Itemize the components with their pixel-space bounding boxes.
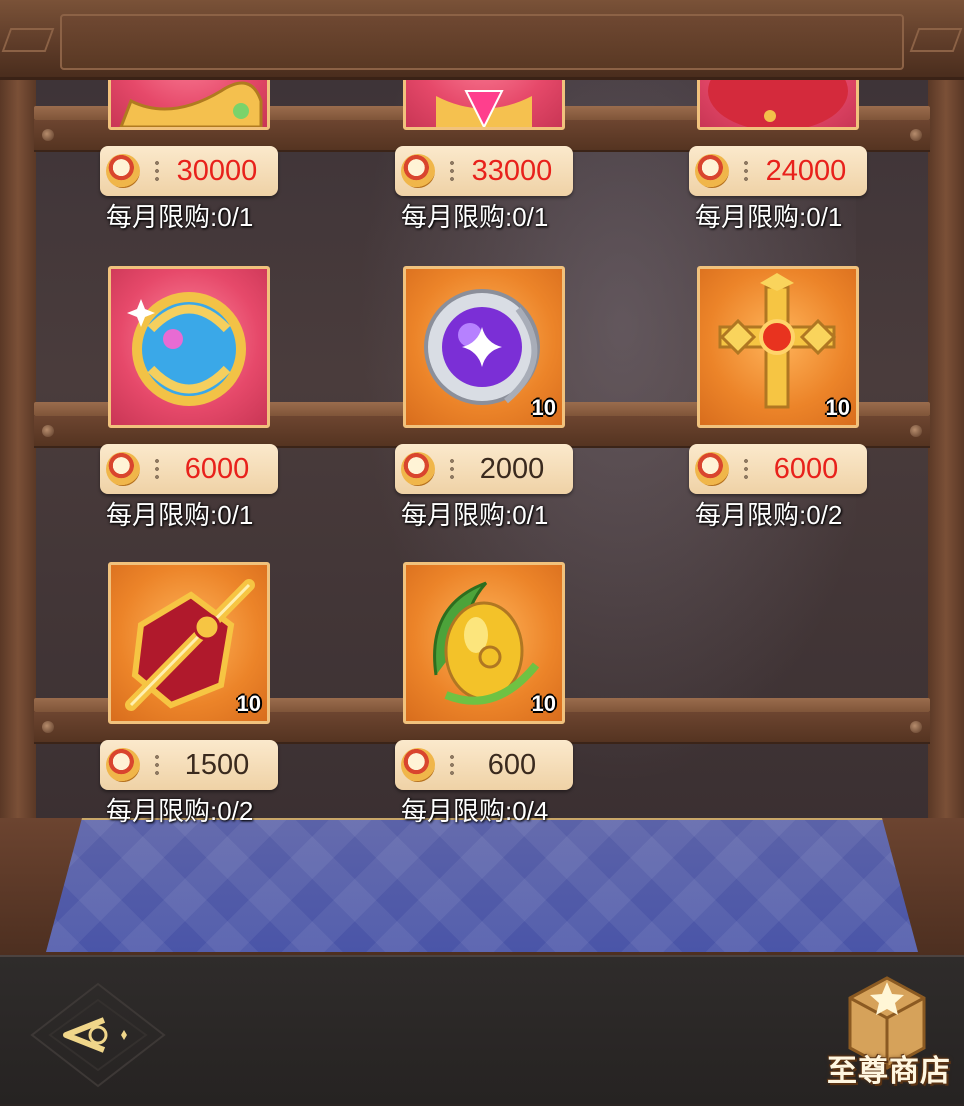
price-tag: 33000 (395, 146, 573, 196)
back-arrow-icon (30, 982, 166, 1088)
sword-emblem-icon: 10 (108, 562, 270, 724)
monthly-limit: 每月限购:0/1 (401, 500, 549, 530)
price-tag: 30000 (100, 146, 278, 196)
monthly-limit: 每月限购:0/2 (695, 500, 843, 530)
monthly-limit: 每月限购:0/2 (106, 796, 254, 826)
price-value: 600 (487, 749, 537, 781)
item-quantity: 10 (531, 395, 556, 420)
monthly-limit: 每月限购:0/1 (695, 202, 843, 232)
coin-icon (106, 748, 140, 782)
back-button[interactable] (28, 980, 168, 1090)
coin-icon (401, 452, 435, 486)
price-value: 2000 (479, 453, 545, 485)
price-tag: 24000 (689, 146, 867, 196)
price-value: 1500 (184, 749, 250, 781)
amber-egg-icon: 10 (403, 562, 565, 724)
cabinet-left-post (0, 80, 36, 820)
monthly-limit: 每月限购:0/1 (106, 202, 254, 232)
coin-icon (401, 748, 435, 782)
coin-icon (106, 154, 140, 188)
coin-icon (695, 452, 729, 486)
price-tag: 6000 (689, 444, 867, 494)
item-quantity: 10 (825, 395, 850, 420)
price-value: 6000 (184, 453, 250, 485)
monthly-limit: 每月限购:0/1 (401, 202, 549, 232)
price-value: 24000 (765, 155, 847, 187)
price-tag: 2000 (395, 444, 573, 494)
cabinet-crown (0, 0, 964, 80)
price-value: 6000 (773, 453, 839, 485)
coin-icon (401, 154, 435, 188)
price-tag: 600 (395, 740, 573, 790)
price-tag: 1500 (100, 740, 278, 790)
golden-cross-icon: 10 (697, 266, 859, 428)
coin-icon (106, 452, 140, 486)
price-tag: 6000 (100, 444, 278, 494)
monthly-limit: 每月限购:0/4 (401, 796, 549, 826)
item-quantity: 10 (236, 691, 261, 716)
cabinet-right-post (928, 80, 964, 820)
cosmic-orb-icon (108, 266, 270, 428)
display-carpet (46, 818, 918, 952)
price-value: 33000 (471, 155, 553, 187)
coin-icon (695, 154, 729, 188)
purple-orb-icon: 10 (403, 266, 565, 428)
price-value: 30000 (176, 155, 258, 187)
monthly-limit: 每月限购:0/1 (106, 500, 254, 530)
shop-title: 至尊商店 (827, 1054, 951, 1089)
item-quantity: 10 (531, 691, 556, 716)
